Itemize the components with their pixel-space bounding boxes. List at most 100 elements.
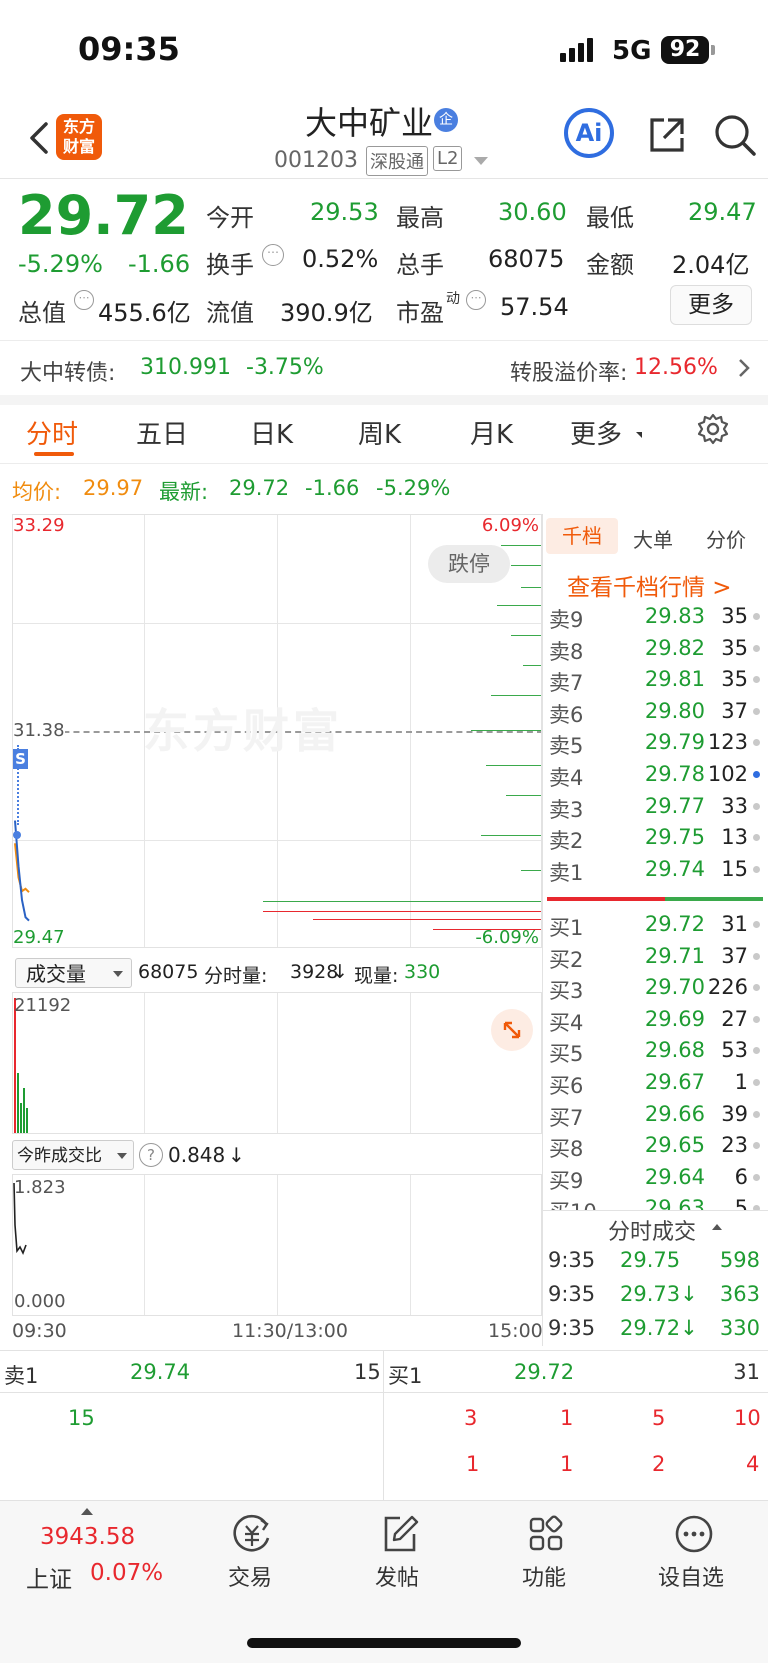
more-info-icon[interactable]: ⋯ <box>74 290 94 310</box>
list-item[interactable]: 买7 29.66 39 <box>0 1102 768 1133</box>
caret-down-icon <box>636 432 642 438</box>
pe-label: 市盈 <box>396 299 444 327</box>
list-item[interactable]: 卖5 29.79 123 <box>0 730 768 761</box>
chevron-down-icon[interactable] <box>474 157 488 165</box>
nav-post-label: 发帖 <box>375 1566 420 1591</box>
low-label: 最低 <box>586 204 634 232</box>
list-item[interactable]: 买6 29.67 1 <box>0 1070 768 1101</box>
list-item[interactable]: 卖3 29.77 33 <box>0 794 768 825</box>
bond-label[interactable]: 大中转债: <box>20 355 115 387</box>
post-icon[interactable] <box>378 1512 422 1556</box>
connect-tag: 深股通 <box>366 146 428 176</box>
float-label: 流值 <box>206 299 254 327</box>
pe-value: 57.54 <box>500 293 569 321</box>
premium-value: 12.56% <box>634 355 718 380</box>
tab-active-indicator <box>34 452 74 456</box>
queue-mid-divider <box>383 1350 384 1500</box>
bid-list: 买1 29.72 31 买2 29.71 37 买3 29.70 226 买4 29.69 27… <box>0 912 768 1210</box>
queue-order: 10 <box>734 1406 761 1430</box>
tab-daily[interactable]: 日K <box>250 414 293 451</box>
trade-price: 29.75 <box>620 1248 681 1272</box>
queue-buy-label: 买1 <box>388 1364 423 1388</box>
trade-qty: 598 <box>719 1248 760 1272</box>
axis-end: 15:00 <box>488 1320 543 1342</box>
amount-label: 金额 <box>586 251 634 279</box>
nav-trade-label: 交易 <box>228 1566 273 1591</box>
ai-button[interactable]: Ai <box>564 108 614 158</box>
function-icon[interactable] <box>524 1512 568 1556</box>
queue-order: 4 <box>746 1452 760 1476</box>
list-item[interactable]: 卖1 29.74 15 <box>0 857 768 888</box>
list-item[interactable]: 买1029.635 <box>0 1196 768 1210</box>
book-ratio-bar-bid <box>665 897 763 901</box>
tab-intraday[interactable]: 分时 <box>26 414 78 451</box>
battery-level: 92 <box>669 37 701 62</box>
change-percent: -5.29% <box>18 250 103 278</box>
turnover-value: 0.52% <box>302 245 379 273</box>
mktcap-label: 总值 <box>18 299 66 327</box>
volume-value: 68075 <box>488 245 565 273</box>
chart-pct-max: 6.09% <box>481 515 539 536</box>
queue-top-border <box>0 1350 768 1351</box>
nav-function-label: 功能 <box>522 1566 567 1591</box>
trade-price: 29.73↓ <box>620 1282 698 1306</box>
list-item[interactable]: 卖8 29.82 35 <box>0 636 768 667</box>
trade-time: 9:35 <box>548 1282 596 1306</box>
premium-label: 转股溢价率: <box>510 361 628 386</box>
queue-order: 1 <box>560 1452 574 1476</box>
list-item[interactable]: 买4 29.69 27 <box>0 1007 768 1038</box>
pe-sup: 动 <box>446 291 460 307</box>
list-item[interactable]: 买2 29.71 37 <box>0 944 768 975</box>
last-label: 最新: <box>159 480 209 504</box>
more-button-label: 更多 <box>688 292 734 318</box>
tab-weekly[interactable]: 周K <box>358 414 401 451</box>
gear-icon[interactable] <box>696 412 730 446</box>
volume-label: 总手 <box>396 251 444 279</box>
list-item[interactable]: 卖6 29.80 37 <box>0 699 768 730</box>
trade-icon[interactable] <box>230 1512 274 1556</box>
queue-order: 3 <box>464 1406 478 1430</box>
more-info-icon[interactable]: ⋯ <box>466 290 486 310</box>
more-options-icon[interactable] <box>672 1512 716 1556</box>
tab-5day[interactable]: 五日 <box>136 414 188 451</box>
share-icon[interactable] <box>646 114 688 156</box>
list-item[interactable]: 卖2 29.75 13 <box>0 825 768 856</box>
more-info-icon[interactable]: ⋯ <box>262 244 284 266</box>
chevron-right-icon[interactable] <box>734 356 754 380</box>
bond-divider <box>0 395 768 405</box>
axis-start: 09:30 <box>12 1320 67 1342</box>
search-icon[interactable] <box>712 112 758 158</box>
list-item[interactable]: 买3 29.70 226 <box>0 975 768 1006</box>
header-divider <box>0 178 768 179</box>
caret-up-icon <box>712 1224 722 1230</box>
book-tab-byprice[interactable]: 分价 <box>706 524 746 553</box>
open-value: 29.53 <box>310 198 379 226</box>
list-item[interactable]: 买9 29.64 6 <box>0 1165 768 1196</box>
trades-header[interactable]: 分时成交 <box>608 1214 696 1246</box>
list-item[interactable]: 买5 29.68 53 <box>0 1038 768 1069</box>
trade-time: 9:35 <box>548 1316 596 1340</box>
trades-divider <box>542 1210 768 1211</box>
book-tab-bigorder[interactable]: 大单 <box>633 524 673 553</box>
list-item[interactable]: 卖7 29.81 35 <box>0 667 768 698</box>
axis-mid: 11:30/13:00 <box>232 1320 348 1342</box>
more-button[interactable]: 更多 <box>670 285 752 325</box>
change-amount: -1.66 <box>128 250 191 278</box>
battery-tip <box>711 45 715 55</box>
stock-code: 001203 <box>274 148 358 173</box>
tab-monthly[interactable]: 月K <box>470 414 513 451</box>
list-item[interactable]: 买8 29.65 23 <box>0 1133 768 1164</box>
app-logo: 东方 财富 <box>56 114 102 160</box>
list-item[interactable]: 卖9 29.83 35 <box>0 604 768 635</box>
limit-down-badge: 跌停 <box>428 545 510 583</box>
book-tab-depth[interactable]: 千档 <box>546 518 618 554</box>
queue-sell-qty: 15 <box>354 1360 381 1384</box>
list-item[interactable]: 卖4 29.78 102 <box>0 762 768 793</box>
tab-more[interactable]: 更多 <box>570 414 622 451</box>
list-item[interactable]: 买1 29.72 31 <box>0 912 768 943</box>
back-icon[interactable] <box>20 118 60 158</box>
index-value[interactable]: 3943.58 <box>40 1524 135 1550</box>
trade-time: 9:35 <box>548 1248 596 1272</box>
depth-link[interactable]: 查看千档行情 > <box>567 568 732 602</box>
queue-row-divider <box>0 1392 768 1393</box>
